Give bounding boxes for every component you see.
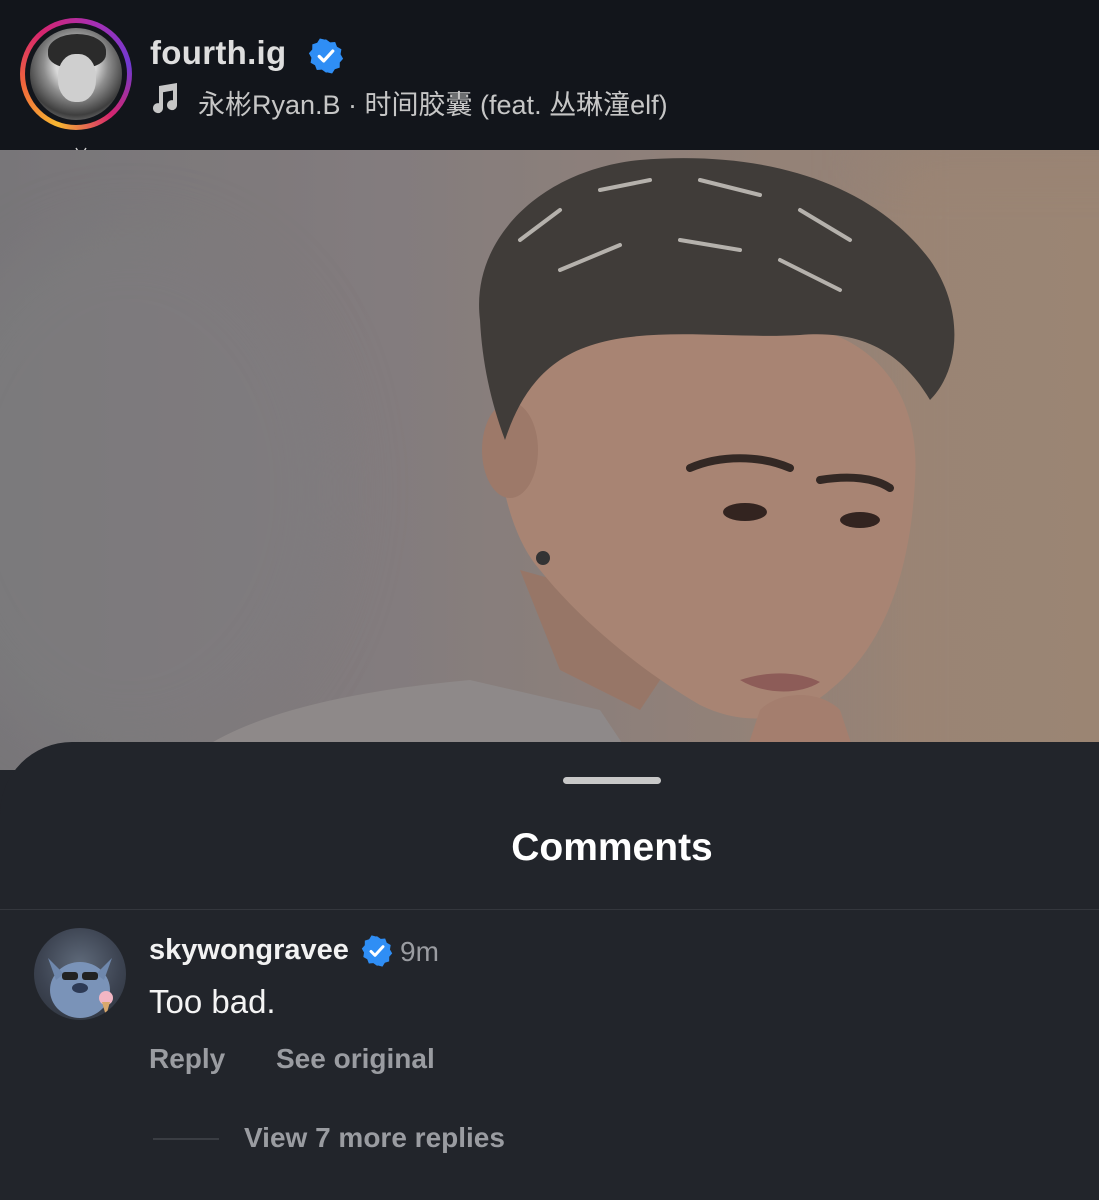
- username[interactable]: fourth.ig: [150, 34, 287, 72]
- view-more-replies-button[interactable]: View 7 more replies: [244, 1122, 505, 1154]
- post-header: fourth.ig 永彬Ryan.B · 时间胶囊 (feat. 丛琳潼elf): [0, 0, 1099, 158]
- profile-avatar[interactable]: [20, 18, 132, 130]
- commenter-avatar[interactable]: [34, 928, 126, 1020]
- comment-text: Too bad.: [149, 983, 276, 1020]
- music-title: 永彬Ryan.B · 时间胶囊 (feat. 丛琳潼elf): [198, 90, 668, 120]
- music-note-icon: [153, 83, 178, 114]
- comments-title: Comments: [511, 826, 713, 869]
- comment-username[interactable]: skywongravee: [149, 934, 349, 967]
- verified-badge-icon: [308, 38, 344, 74]
- verified-badge-icon: [361, 935, 393, 967]
- replies-divider-line: [153, 1138, 219, 1140]
- stitch-character-icon: [48, 958, 113, 1018]
- see-original-button[interactable]: See original: [276, 1043, 435, 1075]
- reply-button[interactable]: Reply: [149, 1043, 225, 1075]
- sheet-grabber[interactable]: [563, 777, 661, 784]
- post-image[interactable]: [0, 150, 1099, 770]
- divider: [0, 909, 1099, 910]
- comments-sheet: Comments skywongravee 9m Too bad. Reply …: [0, 742, 1099, 1200]
- comment-timestamp: 9m: [400, 936, 439, 967]
- avatar-photo: [30, 28, 122, 120]
